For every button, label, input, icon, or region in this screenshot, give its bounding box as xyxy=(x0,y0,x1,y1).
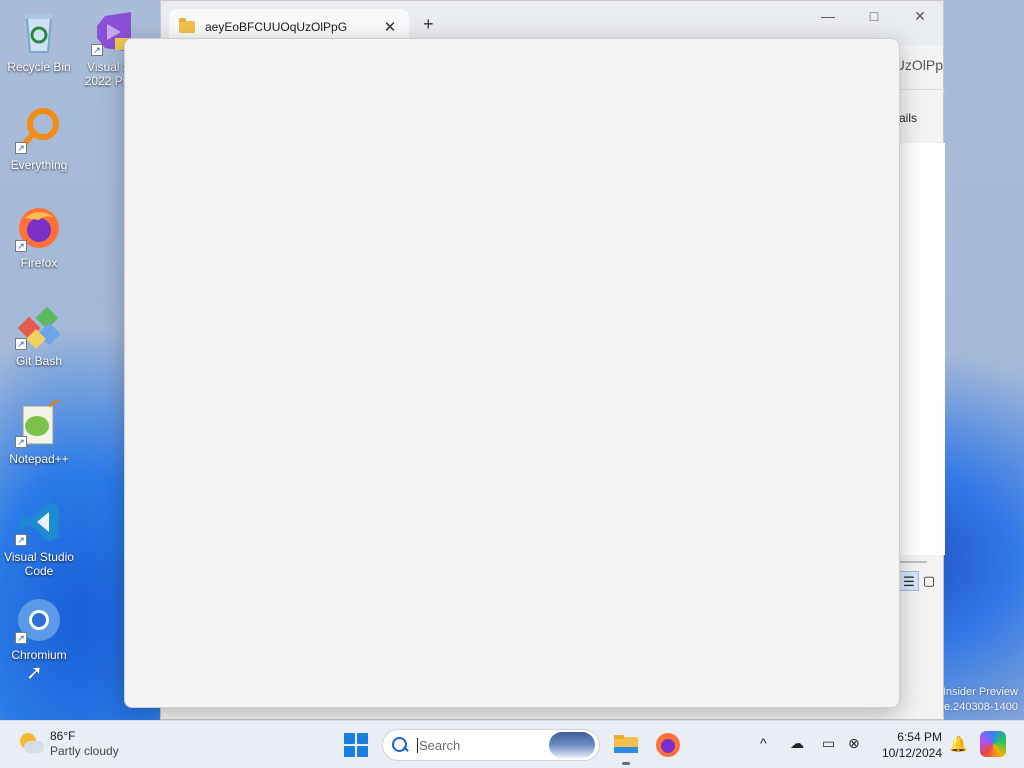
horizontal-scrollbar[interactable] xyxy=(899,561,927,563)
taskbar-search-box[interactable]: Search xyxy=(382,729,600,761)
recycle-bin-icon xyxy=(15,8,63,56)
chromium-icon: ↗ xyxy=(15,596,63,644)
git-bash-icon: ↗ xyxy=(15,302,63,350)
desktop-icon-notepad-plus-plus[interactable]: ↗ Notepad++ xyxy=(0,398,78,466)
desktop-icon-label: Everything xyxy=(10,158,68,172)
window-controls: — □ ✕ xyxy=(805,1,943,31)
shortcut-arrow-icon: ↗ xyxy=(15,142,27,154)
mouse-cursor-icon: ➚ xyxy=(26,662,43,684)
weather-description: Partly cloudy xyxy=(50,744,119,758)
clock-date: 10/12/2024 xyxy=(881,746,942,760)
notification-bell-icon[interactable]: 🔔 xyxy=(949,735,968,753)
clock-time: 6:54 PM xyxy=(897,730,942,744)
shortcut-arrow-icon: ↗ xyxy=(15,436,27,448)
desktop-icon-label: Firefox xyxy=(20,256,58,270)
desktop-icon-vscode[interactable]: ↗ Visual Studio Code xyxy=(0,498,78,578)
desktop-icon-label: Visual Studio Code xyxy=(4,550,74,578)
desktop-icon-chromium[interactable]: ↗ Chromium xyxy=(0,596,78,662)
system-clock[interactable]: 6:54 PM 10/12/2024 xyxy=(882,729,942,761)
notepad-plus-plus-icon: ↗ xyxy=(15,398,63,448)
desktop-icon-git-bash[interactable]: ↗ Git Bash xyxy=(0,302,78,368)
copilot-icon[interactable] xyxy=(980,731,1006,757)
shortcut-arrow-icon: ↗ xyxy=(91,44,103,56)
shortcut-arrow-icon: ↗ xyxy=(15,338,27,350)
file-explorer-icon xyxy=(614,735,638,753)
desktop-icon-label: Recycle Bin xyxy=(7,60,71,74)
search-placeholder: Search xyxy=(417,737,549,753)
minimize-button[interactable]: — xyxy=(805,1,851,31)
firefox-icon xyxy=(656,733,680,757)
tray-overflow-chevron-icon[interactable]: ^ xyxy=(760,735,767,751)
volume-muted-icon[interactable]: ⊗ xyxy=(848,735,860,752)
file-list-pane xyxy=(899,143,945,555)
weather-temperature: 86°F xyxy=(50,729,76,743)
vscode-icon: ↗ xyxy=(15,498,63,546)
maximize-button[interactable]: □ xyxy=(851,1,897,31)
window-close-button[interactable]: ✕ xyxy=(897,1,943,31)
start-button[interactable] xyxy=(344,733,368,757)
desktop-icon-recycle-bin[interactable]: Recycle Bin xyxy=(0,8,78,74)
desktop-icon-everything[interactable]: ↗ Everything xyxy=(0,106,78,172)
tiles-view-icon[interactable]: ▢ xyxy=(919,571,939,591)
view-toggle: ☰ ▢ xyxy=(899,571,939,591)
search-icon xyxy=(391,736,409,754)
search-highlight-image xyxy=(549,732,595,758)
folder-icon xyxy=(179,18,195,33)
shortcut-arrow-icon: ↗ xyxy=(15,240,27,252)
shortcut-arrow-icon: ↗ xyxy=(15,632,27,644)
firefox-icon: ↗ xyxy=(15,204,63,252)
desktop-icon-firefox[interactable]: ↗ Firefox xyxy=(0,204,78,270)
tab-title: aeyEoBFCUUOqUzOlPpG xyxy=(205,20,348,34)
firefox-taskbar-button[interactable] xyxy=(652,729,684,761)
new-tab-button[interactable]: + xyxy=(423,14,434,35)
cloud-offline-icon[interactable]: ☁ xyxy=(790,735,804,752)
shortcut-arrow-icon: ↗ xyxy=(15,534,27,546)
toolbar-divider xyxy=(899,89,945,90)
taskbar: 86°F Partly cloudy Search ^ ☁ ▭ ⊗ 6:54 P… xyxy=(0,720,1024,768)
everything-search-icon: ↗ xyxy=(15,106,63,154)
tab-close-button[interactable]: ✕ xyxy=(381,18,399,36)
running-indicator xyxy=(622,762,630,765)
desktop-icon-label: Notepad++ xyxy=(9,452,69,466)
partly-cloudy-icon xyxy=(18,731,44,757)
details-view-icon[interactable]: ☰ xyxy=(899,571,919,591)
blank-window[interactable] xyxy=(124,38,900,708)
weather-widget[interactable]: 86°F Partly cloudy xyxy=(18,729,119,759)
desktop-icon-label: Git Bash xyxy=(15,354,63,368)
network-icon[interactable]: ▭ xyxy=(822,735,835,752)
file-explorer-taskbar-button[interactable] xyxy=(610,729,642,765)
